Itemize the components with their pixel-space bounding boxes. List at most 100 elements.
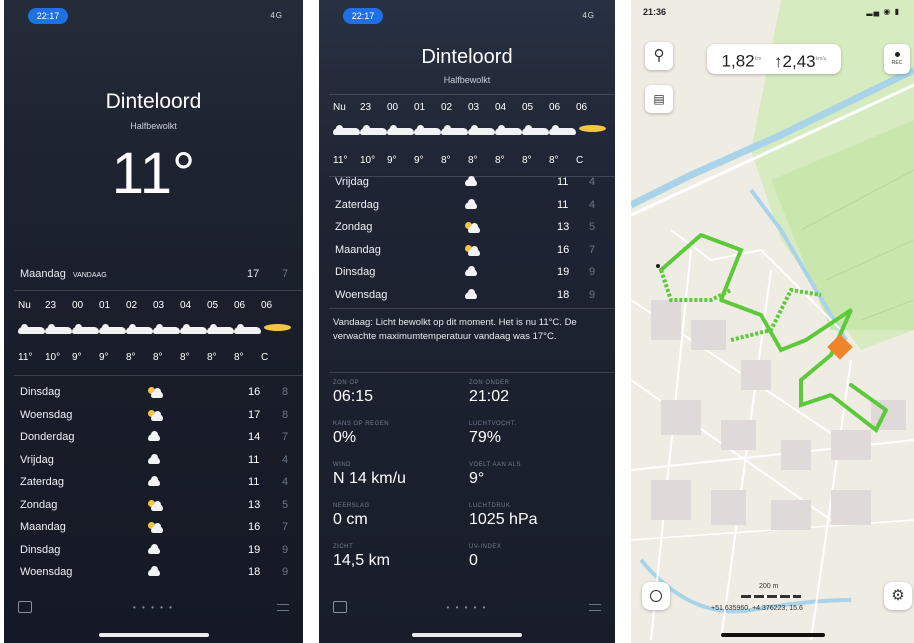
- day-icon: [148, 476, 160, 489]
- detail-label: VOELT AAN ALS: [469, 462, 521, 468]
- hour-icon-cell: [45, 324, 72, 337]
- day-icon: [465, 288, 477, 302]
- day-row[interactable]: Donderdag 14 7: [20, 427, 289, 449]
- day-high: 19: [248, 543, 261, 556]
- home-indicator[interactable]: [720, 633, 825, 637]
- locate-button[interactable]: [642, 582, 670, 610]
- day-name: Dinsdag: [335, 266, 376, 278]
- day-low: 7: [589, 243, 596, 256]
- cloud-icon: [360, 125, 387, 138]
- cloud-icon: [465, 176, 477, 189]
- hour-temp: 9°: [72, 352, 82, 363]
- hourly-labels[interactable]: Nu 23 00 01 02 03 04 05 06 06: [333, 102, 615, 113]
- detail-value: 06:15: [333, 388, 374, 405]
- cloud-icon: [207, 324, 234, 337]
- weather-screen-details: 22:17 4G Dinteloord Halfbewolkt Nu 23 00 01…: [319, 0, 615, 643]
- detail-item: ZON OP 06:15: [333, 380, 373, 406]
- hour-temp: 10°: [360, 155, 376, 166]
- cloud-icon: [465, 266, 477, 279]
- day-row[interactable]: Woensdag 17 8: [20, 405, 289, 427]
- hour-temp: 11°: [333, 155, 348, 166]
- day-low: 8: [282, 408, 289, 421]
- day-row[interactable]: Zondag 13 5: [335, 217, 601, 239]
- today-badge: VANDAAG: [72, 272, 107, 279]
- today-hi: 17: [247, 268, 260, 280]
- day-row[interactable]: Woensdag 18 9: [335, 285, 601, 307]
- day-high: 16: [248, 386, 261, 398]
- hour-label: 04: [495, 102, 507, 113]
- detail-label: NEERSLAG: [333, 503, 370, 509]
- map-canvas[interactable]: [631, 0, 914, 643]
- hourly-temps: 11° 10° 9° 9° 8° 8° 8° 8° 8° C: [18, 352, 303, 363]
- divider: [329, 94, 615, 95]
- ascent-unit: km/u: [815, 56, 827, 62]
- hourly-labels[interactable]: Nu 23 00 01 02 03 04 05 06 06: [18, 300, 303, 311]
- day-icon: [148, 543, 160, 557]
- day-icon: [465, 244, 480, 258]
- day-row[interactable]: Woensdag 18 9: [20, 562, 289, 584]
- search-button[interactable]: ⚲: [645, 42, 673, 70]
- day-name: Woensdag: [20, 408, 73, 421]
- day-low: 7: [282, 431, 289, 443]
- detail-label: ZON OP: [333, 380, 360, 386]
- day-row[interactable]: Zaterdag 11 4: [20, 472, 289, 494]
- day-high: 11: [557, 198, 569, 211]
- day-high: 14: [248, 431, 261, 443]
- hour-temp: 8°: [495, 155, 505, 166]
- day-row[interactable]: Maandag 16 7: [335, 240, 601, 262]
- time-pill[interactable]: 22:17: [28, 8, 68, 24]
- settings-button[interactable]: ⚙: [884, 582, 912, 610]
- detail-item: UV-INDEX 0: [469, 544, 501, 570]
- hour-icon-cell: [207, 324, 234, 337]
- list-icon[interactable]: [589, 604, 601, 611]
- day-row[interactable]: Dinsdag 19 9: [20, 540, 289, 562]
- layers-button[interactable]: ▤: [645, 85, 673, 113]
- list-icon[interactable]: [277, 604, 289, 611]
- day-low: 7: [282, 521, 289, 533]
- stats-panel[interactable]: 1,82km ↑2,43km/u: [707, 44, 841, 74]
- status-bar: 22:17 4G: [4, 8, 303, 24]
- cloud-icon: [387, 125, 414, 138]
- distance-unit: km: [754, 56, 762, 62]
- day-high: 16: [248, 521, 261, 533]
- cloud-icon: [234, 324, 261, 337]
- detail-value: 9°: [469, 470, 485, 487]
- hour-temp: 9°: [387, 155, 397, 166]
- day-row[interactable]: Vrijdag 11 4: [20, 450, 289, 472]
- time-pill[interactable]: 22:17: [343, 8, 383, 24]
- day-low: 4: [589, 198, 596, 211]
- day-icon: [148, 522, 163, 535]
- hour-temp: 11°: [18, 352, 33, 363]
- day-name: Maandag: [335, 243, 381, 256]
- day-row[interactable]: Zaterdag 11 4: [335, 195, 601, 217]
- day-row[interactable]: Dinsdag 19 9: [335, 262, 601, 284]
- page-indicator[interactable]: • • • • •: [4, 603, 303, 612]
- scale-label: 200 m: [759, 583, 779, 590]
- distance-value: 1,82: [721, 51, 755, 71]
- day-high: 11: [248, 453, 260, 466]
- hour-icon-cell: [468, 125, 495, 138]
- day-name: Dinsdag: [20, 386, 61, 398]
- today-summary: Vandaag: Licht bewolkt op dit moment. He…: [333, 317, 577, 342]
- hour-label: 05: [522, 102, 534, 113]
- day-row[interactable]: Vrijdag 11 4: [335, 172, 601, 194]
- page-indicator[interactable]: • • • • •: [319, 603, 615, 612]
- day-row[interactable]: Dinsdag 16 8: [20, 382, 289, 404]
- hour-icon-cell: [126, 324, 153, 337]
- today-row: Maandag VANDAAG 17 7: [20, 268, 293, 280]
- day-low: 8: [282, 386, 289, 398]
- home-indicator[interactable]: [98, 633, 209, 637]
- cloud-icon: [99, 324, 126, 337]
- day-icon: [465, 176, 477, 189]
- record-button[interactable]: REC: [884, 44, 910, 74]
- hour-icon-cell: [18, 324, 45, 337]
- home-indicator[interactable]: [412, 633, 522, 637]
- record-icon: [894, 52, 900, 57]
- detail-label: KANS OP REGEN: [333, 421, 390, 427]
- day-row[interactable]: Zondag 13 5: [20, 495, 289, 517]
- day-name: Zondag: [335, 221, 373, 233]
- hour-icon-cell: [99, 324, 126, 337]
- day-row[interactable]: Maandag 16 7: [20, 517, 289, 539]
- hour-temp: 8°: [441, 155, 451, 166]
- day-low: 4: [282, 453, 289, 466]
